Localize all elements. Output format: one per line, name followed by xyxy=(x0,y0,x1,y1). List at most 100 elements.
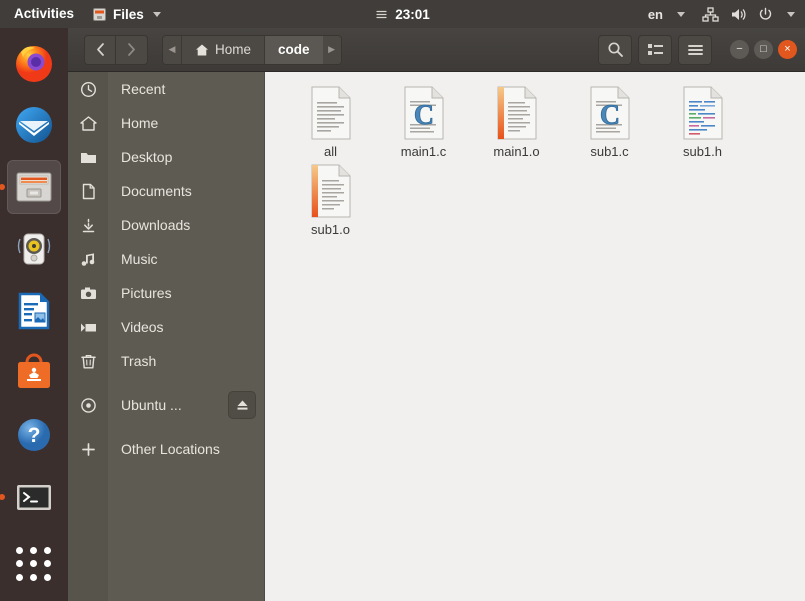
dock-item-files[interactable] xyxy=(0,160,61,214)
svg-text:C: C xyxy=(413,100,433,131)
file-grid[interactable]: all C main1.c main1.o C sub1.c sub1.h su… xyxy=(266,72,805,601)
minimize-button[interactable]: − xyxy=(730,40,749,59)
notification-list-icon xyxy=(375,8,388,21)
file-label: all xyxy=(323,144,337,159)
keyboard-layout-label[interactable]: en xyxy=(648,7,663,22)
sidebar-item-downloads[interactable]: Downloads xyxy=(68,208,264,242)
dock-item-libreoffice-writer[interactable] xyxy=(7,284,61,338)
file-label: sub1.o xyxy=(310,222,351,237)
file-item-sub1-c[interactable]: C sub1.c xyxy=(563,86,656,164)
file-item-main1-o[interactable]: main1.o xyxy=(470,86,563,164)
c-source-file-icon: C xyxy=(588,86,632,140)
music-icon xyxy=(68,251,108,268)
network-icon[interactable] xyxy=(702,6,719,22)
file-item-all[interactable]: all xyxy=(284,86,377,164)
view-toggle-button[interactable] xyxy=(638,34,672,65)
text-file-icon xyxy=(309,86,353,140)
chevron-down-icon xyxy=(677,11,685,17)
download-icon xyxy=(68,217,108,234)
sidebar-item-label: Home xyxy=(121,115,159,131)
ubuntu-dock: ? xyxy=(0,28,68,601)
forward-button[interactable] xyxy=(116,34,148,65)
trash-icon xyxy=(68,353,108,370)
sidebar-item-documents[interactable]: Documents xyxy=(68,174,264,208)
back-button[interactable] xyxy=(84,34,116,65)
sidebar-item-label: Downloads xyxy=(121,217,191,233)
file-label: sub1.h xyxy=(682,144,723,159)
chevron-down-icon[interactable] xyxy=(787,11,795,17)
sidebar-item-label: Pictures xyxy=(121,285,172,301)
sidebar-item-trash[interactable]: Trash xyxy=(68,344,264,378)
video-icon xyxy=(68,319,108,336)
sidebar-item-label: Desktop xyxy=(121,149,173,165)
dock-item-firefox[interactable] xyxy=(7,36,61,90)
sidebar-item-home[interactable]: Home xyxy=(68,106,264,140)
maximize-button[interactable]: □ xyxy=(754,40,773,59)
svg-text:?: ? xyxy=(28,424,41,447)
disc-icon xyxy=(68,397,108,414)
gnome-top-bar: Activities Files 23:01 en xyxy=(0,0,805,28)
object-file-icon xyxy=(309,164,353,218)
sidebar-item-label: Other Locations xyxy=(121,441,220,457)
dock-item-terminal[interactable] xyxy=(0,470,61,524)
home-icon xyxy=(68,115,108,132)
clock-label: 23:01 xyxy=(395,6,430,22)
headerbar-actions: − □ × xyxy=(598,34,797,65)
show-applications-button[interactable] xyxy=(7,541,61,587)
file-label: sub1.c xyxy=(590,144,629,159)
sidebar-item-label: Music xyxy=(121,251,158,267)
sidebar-item-other-locations[interactable]: Other Locations xyxy=(68,432,264,466)
path-scroll-left-icon[interactable]: ◀ xyxy=(163,35,181,64)
file-item-sub1-o[interactable]: sub1.o xyxy=(284,164,377,242)
app-menu-label: Files xyxy=(113,6,144,22)
sidebar-item-music[interactable]: Music xyxy=(68,242,264,276)
desktop: Activities Files 23:01 en ? ◀ Home code … xyxy=(0,0,805,601)
plus-icon xyxy=(68,441,108,458)
document-icon xyxy=(68,183,108,200)
sidebar-item-videos[interactable]: Videos xyxy=(68,310,264,344)
dock-item-thunderbird[interactable] xyxy=(7,98,61,152)
window-headerbar: ◀ Home code ▶ − □ × xyxy=(68,28,805,72)
eject-button[interactable] xyxy=(228,391,256,419)
svg-text:C: C xyxy=(599,100,619,131)
sidebar-item-pictures[interactable]: Pictures xyxy=(68,276,264,310)
close-button[interactable]: × xyxy=(778,40,797,59)
sidebar-item-label: Recent xyxy=(121,81,166,97)
system-tray: en xyxy=(648,0,795,28)
object-file-icon xyxy=(495,86,539,140)
breadcrumb: ◀ Home code ▶ xyxy=(162,34,342,65)
sidebar-item-label: Videos xyxy=(121,319,164,335)
navigation-buttons xyxy=(84,34,148,65)
chevron-down-icon xyxy=(152,11,161,17)
sidebar-item-ubuntu-drive[interactable]: Ubuntu ... xyxy=(68,388,264,422)
home-icon xyxy=(195,43,209,57)
activities-button[interactable]: Activities xyxy=(0,0,86,28)
dock-item-help[interactable]: ? xyxy=(7,408,61,462)
dock-item-rhythmbox[interactable] xyxy=(7,222,61,276)
breadcrumb-label: Home xyxy=(215,42,252,57)
sidebar-item-label: Trash xyxy=(121,353,157,369)
hamburger-menu-button[interactable] xyxy=(678,34,712,65)
path-scroll-right-icon[interactable]: ▶ xyxy=(322,35,341,64)
breadcrumb-label: code xyxy=(278,42,310,57)
volume-icon[interactable] xyxy=(730,7,747,22)
sidebar-item-desktop[interactable]: Desktop xyxy=(68,140,264,174)
app-menu-button[interactable]: Files xyxy=(86,7,167,22)
files-window: ◀ Home code ▶ − □ × Recent Home Desktop … xyxy=(68,28,805,601)
power-icon[interactable] xyxy=(758,7,773,22)
c-header-file-icon xyxy=(681,86,725,140)
breadcrumb-item-code[interactable]: code xyxy=(264,35,323,64)
files-cabinet-icon xyxy=(92,7,107,22)
window-controls: − □ × xyxy=(730,40,797,59)
clock-icon xyxy=(68,81,108,98)
folder-icon xyxy=(68,149,108,166)
search-button[interactable] xyxy=(598,34,632,65)
file-item-sub1-h[interactable]: sub1.h xyxy=(656,86,749,164)
file-label: main1.c xyxy=(400,144,447,159)
dock-item-ubuntu-software[interactable] xyxy=(7,346,61,400)
breadcrumb-item-home[interactable]: Home xyxy=(181,35,265,64)
sidebar-item-label: Documents xyxy=(121,183,192,199)
sidebar-item-recent[interactable]: Recent xyxy=(68,72,264,106)
camera-icon xyxy=(68,285,108,302)
file-item-main1-c[interactable]: C main1.c xyxy=(377,86,470,164)
